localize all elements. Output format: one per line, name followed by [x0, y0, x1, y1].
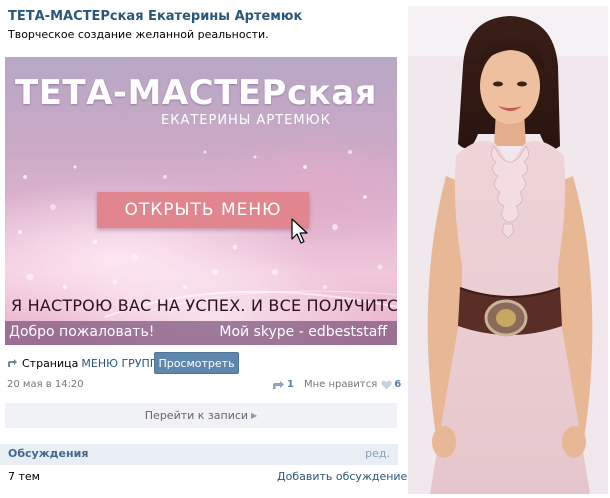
- repost-button[interactable]: 1: [272, 379, 294, 390]
- group-status: Творческое создание желанной реальности.: [8, 28, 269, 41]
- discussions-header: Обсуждения ред.: [0, 444, 398, 465]
- group-name: ТЕТА-МАСТЕРская Екатерины Артемюк: [8, 9, 303, 24]
- banner-skype: Мой skype - edbeststaff: [219, 324, 387, 340]
- discussions-title[interactable]: Обсуждения: [8, 447, 88, 460]
- goto-post-label: Перейти к записи: [144, 409, 249, 422]
- menu-banner[interactable]: ТЕТА-МАСТЕРская ЕКАТЕРИНЫ АРТЕМЮК ОТКРЫТ…: [5, 57, 397, 345]
- repost-icon: [273, 380, 284, 389]
- avatar-photo: [408, 6, 608, 494]
- share-icon: [8, 359, 17, 367]
- like-button[interactable]: Мне нравится 6: [304, 379, 401, 390]
- goto-post-link[interactable]: Перейти к записи ▶: [5, 403, 397, 428]
- chevron-right-icon: ▶: [251, 411, 258, 420]
- add-discussion-link[interactable]: Добавить обсуждение: [277, 470, 407, 483]
- banner-welcome: Добро пожаловать!: [9, 324, 155, 340]
- likes-count: 6: [394, 379, 402, 390]
- post-date[interactable]: 20 мая в 14:20: [7, 379, 84, 390]
- banner-subtitle: ЕКАТЕРИНЫ АРТЕМЮК: [161, 113, 331, 128]
- cursor-icon: [291, 218, 308, 244]
- banner-slogan: Я НАСТРОЮ ВАС НА УСПЕХ. И ВСЕ ПОЛУЧИТСЯ!: [11, 296, 397, 315]
- group-avatar[interactable]: [408, 6, 608, 494]
- heart-icon: [381, 380, 392, 389]
- banner-title: ТЕТА-МАСТЕРская: [15, 73, 377, 113]
- group-content: ТЕТА-МАСТЕРская Екатерины Артемюк Творче…: [0, 0, 407, 498]
- page-link-row: Страница МЕНЮ ГРУППЫ: [6, 352, 168, 374]
- view-button[interactable]: Просмотреть: [154, 352, 239, 374]
- discussions-edit-link[interactable]: ред.: [365, 447, 390, 460]
- repost-count: 1: [287, 379, 294, 390]
- banner-footer-strip: Добро пожаловать! Мой skype - edbeststaf…: [5, 321, 397, 345]
- page-prefix: Страница: [22, 356, 79, 370]
- open-menu-button[interactable]: ОТКРЫТЬ МЕНЮ: [97, 192, 309, 228]
- discussions-count: 7 тем: [8, 470, 40, 483]
- likes-label: Мне нравится: [304, 379, 378, 390]
